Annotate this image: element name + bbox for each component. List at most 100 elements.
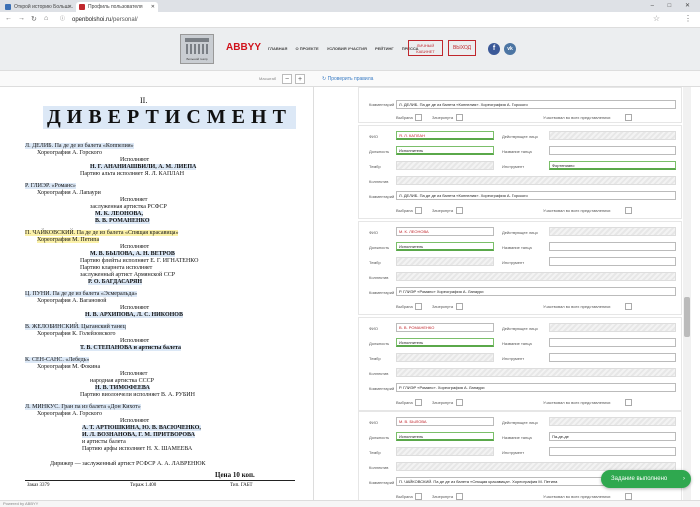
browser-tab-profile[interactable]: Профиль пользователя ✕: [76, 2, 158, 12]
nav-terms[interactable]: УСЛОВИЯ УЧАСТИЯ: [327, 46, 367, 51]
scan-line: народная артистка СССР: [90, 378, 154, 384]
comment-field[interactable]: Р. ГЛИЭР «Романс» Хореография А. Лапаури: [396, 287, 676, 296]
chosen-label: Выбрана: [396, 304, 413, 309]
scan-line: Хореография М. Петипа: [37, 237, 100, 243]
url-field[interactable]: openbolshoi.ru/personal/: [72, 15, 637, 25]
instrument-field[interactable]: [549, 257, 676, 266]
abbyy-logo[interactable]: ABBYY: [226, 42, 261, 53]
scan-line: Р. О. БАГДАСАРЯН: [88, 279, 142, 285]
timbre-field[interactable]: [396, 353, 494, 362]
zoom-in-button[interactable]: +: [295, 74, 305, 84]
nav-rating[interactable]: РЕЙТИНГ: [375, 46, 394, 51]
check-rules-link[interactable]: ↻ Проверить правила: [322, 76, 373, 82]
crossed-checkbox[interactable]: [456, 207, 463, 214]
dance-field[interactable]: [549, 242, 676, 251]
bookmark-star-icon[interactable]: ☆: [653, 14, 660, 23]
crossed-checkbox[interactable]: [456, 493, 463, 500]
zoom-label: Масштаб: [259, 76, 277, 81]
crossed-checkbox[interactable]: [456, 399, 463, 406]
scan-line: Н. В. ТИМОФЕЕВА: [95, 385, 150, 391]
dance-label: Название танца: [502, 341, 532, 346]
scan-line: Исполняют: [120, 305, 150, 311]
vk-icon[interactable]: vk: [504, 43, 516, 55]
crossed-checkbox[interactable]: [456, 303, 463, 310]
dance-field[interactable]: [549, 146, 676, 155]
close-tab-icon[interactable]: ✕: [68, 2, 72, 12]
timbre-field[interactable]: [396, 161, 494, 170]
all-performances-checkbox[interactable]: [625, 207, 632, 214]
form-scrollbar[interactable]: [683, 87, 691, 500]
scan-line: Т. В. СТЕПАНОВА и артисты балета: [80, 345, 182, 351]
facebook-icon[interactable]: f: [488, 43, 500, 55]
all-performances-checkbox[interactable]: [625, 493, 632, 500]
chosen-label: Выбрана: [396, 400, 413, 405]
all-performances-checkbox[interactable]: [625, 303, 632, 310]
scroll-thumb[interactable]: [684, 297, 690, 337]
comment-field[interactable]: Р. ГЛИЭР «Романс». Хореография А. Лапаур…: [396, 383, 676, 392]
scan-line: Исполняют: [120, 244, 150, 250]
chosen-checkbox[interactable]: [415, 303, 422, 310]
collective-field[interactable]: [396, 176, 676, 185]
reload-icon[interactable]: ↻: [31, 15, 37, 23]
instrument-field[interactable]: [549, 447, 676, 456]
nav-about[interactable]: О ПРОЕКТЕ: [296, 46, 319, 51]
scan-line: Партию альта исполняет Я. Л. КАПЛАН: [80, 171, 185, 177]
comment-field[interactable]: Л. ДЕЛИБ. Па де де из балета «Коппелия».…: [396, 191, 676, 200]
scan-line: Хореография А. Вагановой: [37, 298, 107, 304]
window-controls[interactable]: – □ ✕: [651, 2, 696, 9]
back-icon[interactable]: ←: [5, 15, 12, 22]
security-icon[interactable]: ⓘ: [60, 15, 65, 22]
collective-label: Коллектив: [369, 179, 389, 184]
actor-field[interactable]: [549, 131, 676, 140]
actor-field[interactable]: [549, 417, 676, 426]
cabinet-button[interactable]: ЛИЧНЫЙ КАБИНЕТ: [408, 40, 443, 56]
scan-line: Исполняет: [120, 197, 148, 203]
collective-label: Коллектив: [369, 371, 389, 376]
browser-tabbar: Открой историю Больш… ✕ Профиль пользова…: [0, 0, 700, 12]
all-performances-label: Участвовал во всех представлениях: [543, 304, 611, 309]
logo-roof: [185, 38, 209, 42]
nav-main[interactable]: ГЛАВНАЯ: [268, 46, 287, 51]
dance-label: Название танца: [502, 149, 532, 154]
role-field[interactable]: Исполнитель: [396, 432, 494, 441]
fio-field[interactable]: М. В. БЫЛОВА: [396, 417, 494, 426]
fio-field[interactable]: М. К. ЛЕОНОВА: [396, 227, 494, 236]
forward-icon[interactable]: →: [18, 15, 25, 22]
all-performances-checkbox[interactable]: [625, 399, 632, 406]
chosen-checkbox[interactable]: [415, 493, 422, 500]
timbre-field[interactable]: [396, 257, 494, 266]
instrument-label: Инструмент: [502, 450, 525, 455]
chosen-checkbox[interactable]: [415, 399, 422, 406]
instrument-label: Инструмент: [502, 356, 525, 361]
timbre-field[interactable]: [396, 447, 494, 456]
task-done-button[interactable]: Задание выполнено ›: [601, 470, 691, 488]
dance-field[interactable]: [549, 338, 676, 347]
bolshoi-logo[interactable]: Большой театр: [180, 34, 214, 64]
fio-field[interactable]: В. В. РОМАНЕНКО: [396, 323, 494, 332]
collective-field[interactable]: [396, 272, 676, 281]
role-field[interactable]: Исполнитель: [396, 146, 494, 155]
instrument-field[interactable]: Фортепиано: [549, 161, 676, 170]
home-icon[interactable]: ⌂: [44, 15, 48, 22]
close-tab-icon[interactable]: ✕: [151, 2, 155, 12]
scan-line: И. Л. ВОЗНАНОВА, Г. М. ПРИТВОРОВА: [82, 432, 195, 438]
exit-button[interactable]: ВЫХОД: [448, 40, 476, 56]
timbre-label: Тембр: [369, 356, 381, 361]
scan-line: Исполняют: [120, 157, 150, 163]
chosen-checkbox[interactable]: [415, 207, 422, 214]
instrument-field[interactable]: [549, 353, 676, 362]
actor-field[interactable]: [549, 323, 676, 332]
scanned-program[interactable]: II. ДИВЕРТИСМЕНТ Л. ДЕЛИБ. Па де де из б…: [0, 87, 314, 500]
role-field[interactable]: Исполнитель: [396, 338, 494, 347]
role-field[interactable]: Исполнитель: [396, 242, 494, 251]
actor-label: Действующее лицо: [502, 134, 538, 139]
actor-field[interactable]: [549, 227, 676, 236]
browser-menu-icon[interactable]: ⋮: [684, 14, 692, 23]
scan-line: Партию арфы исполняет Н. Х. ШАМЕЕВА: [82, 446, 193, 452]
fio-field[interactable]: Я. Л. КАПЛАН: [396, 131, 494, 140]
zoom-out-button[interactable]: −: [282, 74, 292, 84]
browser-tab-history[interactable]: Открой историю Больш… ✕: [2, 2, 75, 12]
collective-field[interactable]: [396, 368, 676, 377]
collective-label: Коллектив: [369, 465, 389, 470]
dance-field[interactable]: Па-де-де: [549, 432, 676, 441]
